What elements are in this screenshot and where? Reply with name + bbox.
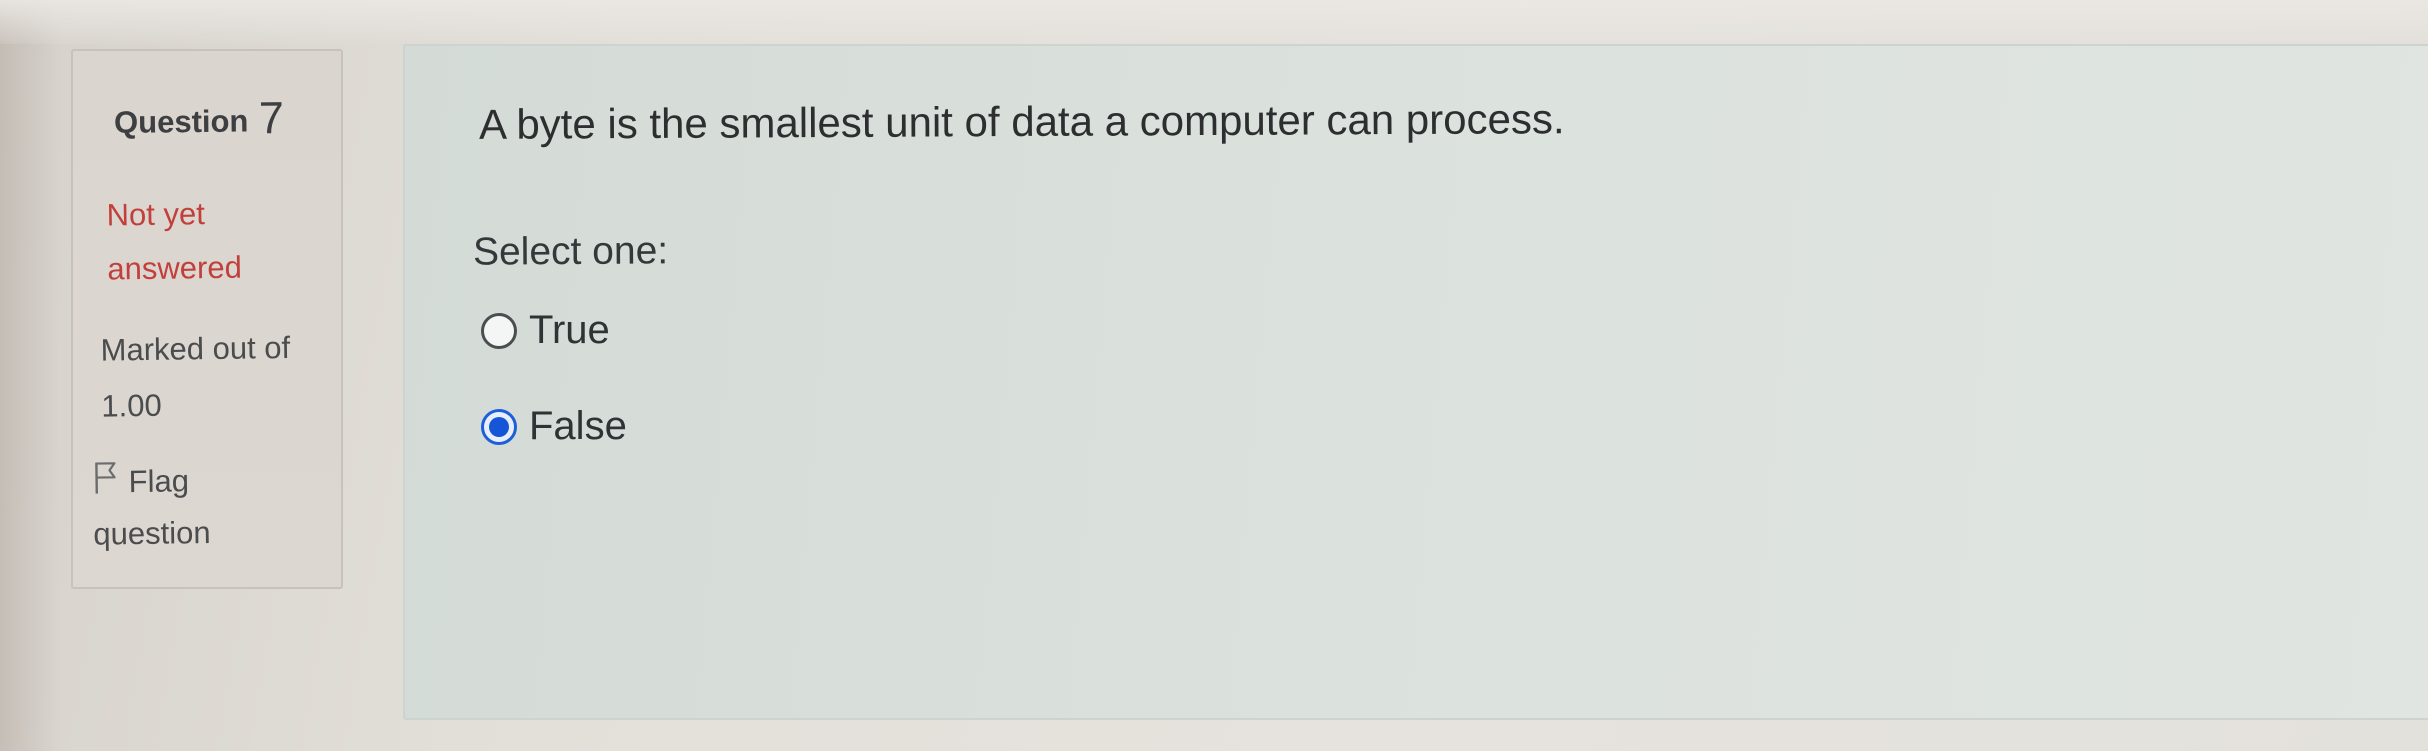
question-grade: Marked out of 1.00	[100, 319, 332, 434]
question-number: 7	[258, 92, 285, 144]
answer-option-true[interactable]: True	[481, 308, 610, 353]
question-label: Question	[113, 103, 249, 140]
grade-line-1: Marked out of	[100, 329, 291, 368]
flag-outline-icon[interactable]	[92, 458, 118, 494]
page-top-strip	[0, 0, 2428, 44]
page-edge-shadow	[0, 0, 60, 751]
question-heading: Question 7	[114, 90, 284, 144]
answer-option-true-label[interactable]: True	[529, 308, 610, 353]
state-line-2: answered	[107, 249, 243, 287]
question-content-panel: A byte is the smallest unit of data a co…	[403, 44, 2428, 720]
radio-false[interactable]	[481, 408, 517, 445]
answer-prompt: Select one:	[472, 229, 669, 274]
answer-option-false[interactable]: False	[481, 404, 627, 449]
answer-option-false-label[interactable]: False	[529, 404, 627, 449]
question-info-panel: Question 7 Not yet answered Marked out o…	[71, 49, 343, 589]
flag-question-link[interactable]: Flag question	[92, 453, 323, 560]
quiz-page: Question 7 Not yet answered Marked out o…	[0, 0, 2428, 751]
radio-true[interactable]	[481, 312, 517, 349]
grade-line-2: 1.00	[101, 387, 162, 424]
state-line-1: Not yet	[106, 196, 206, 233]
flag-line-1-row: Flag	[92, 453, 323, 508]
flag-line-1[interactable]: Flag	[128, 463, 189, 499]
question-text: A byte is the smallest unit of data a co…	[478, 95, 1565, 148]
question-state: Not yet answered	[106, 185, 327, 296]
flag-line-2[interactable]: question	[93, 505, 324, 560]
